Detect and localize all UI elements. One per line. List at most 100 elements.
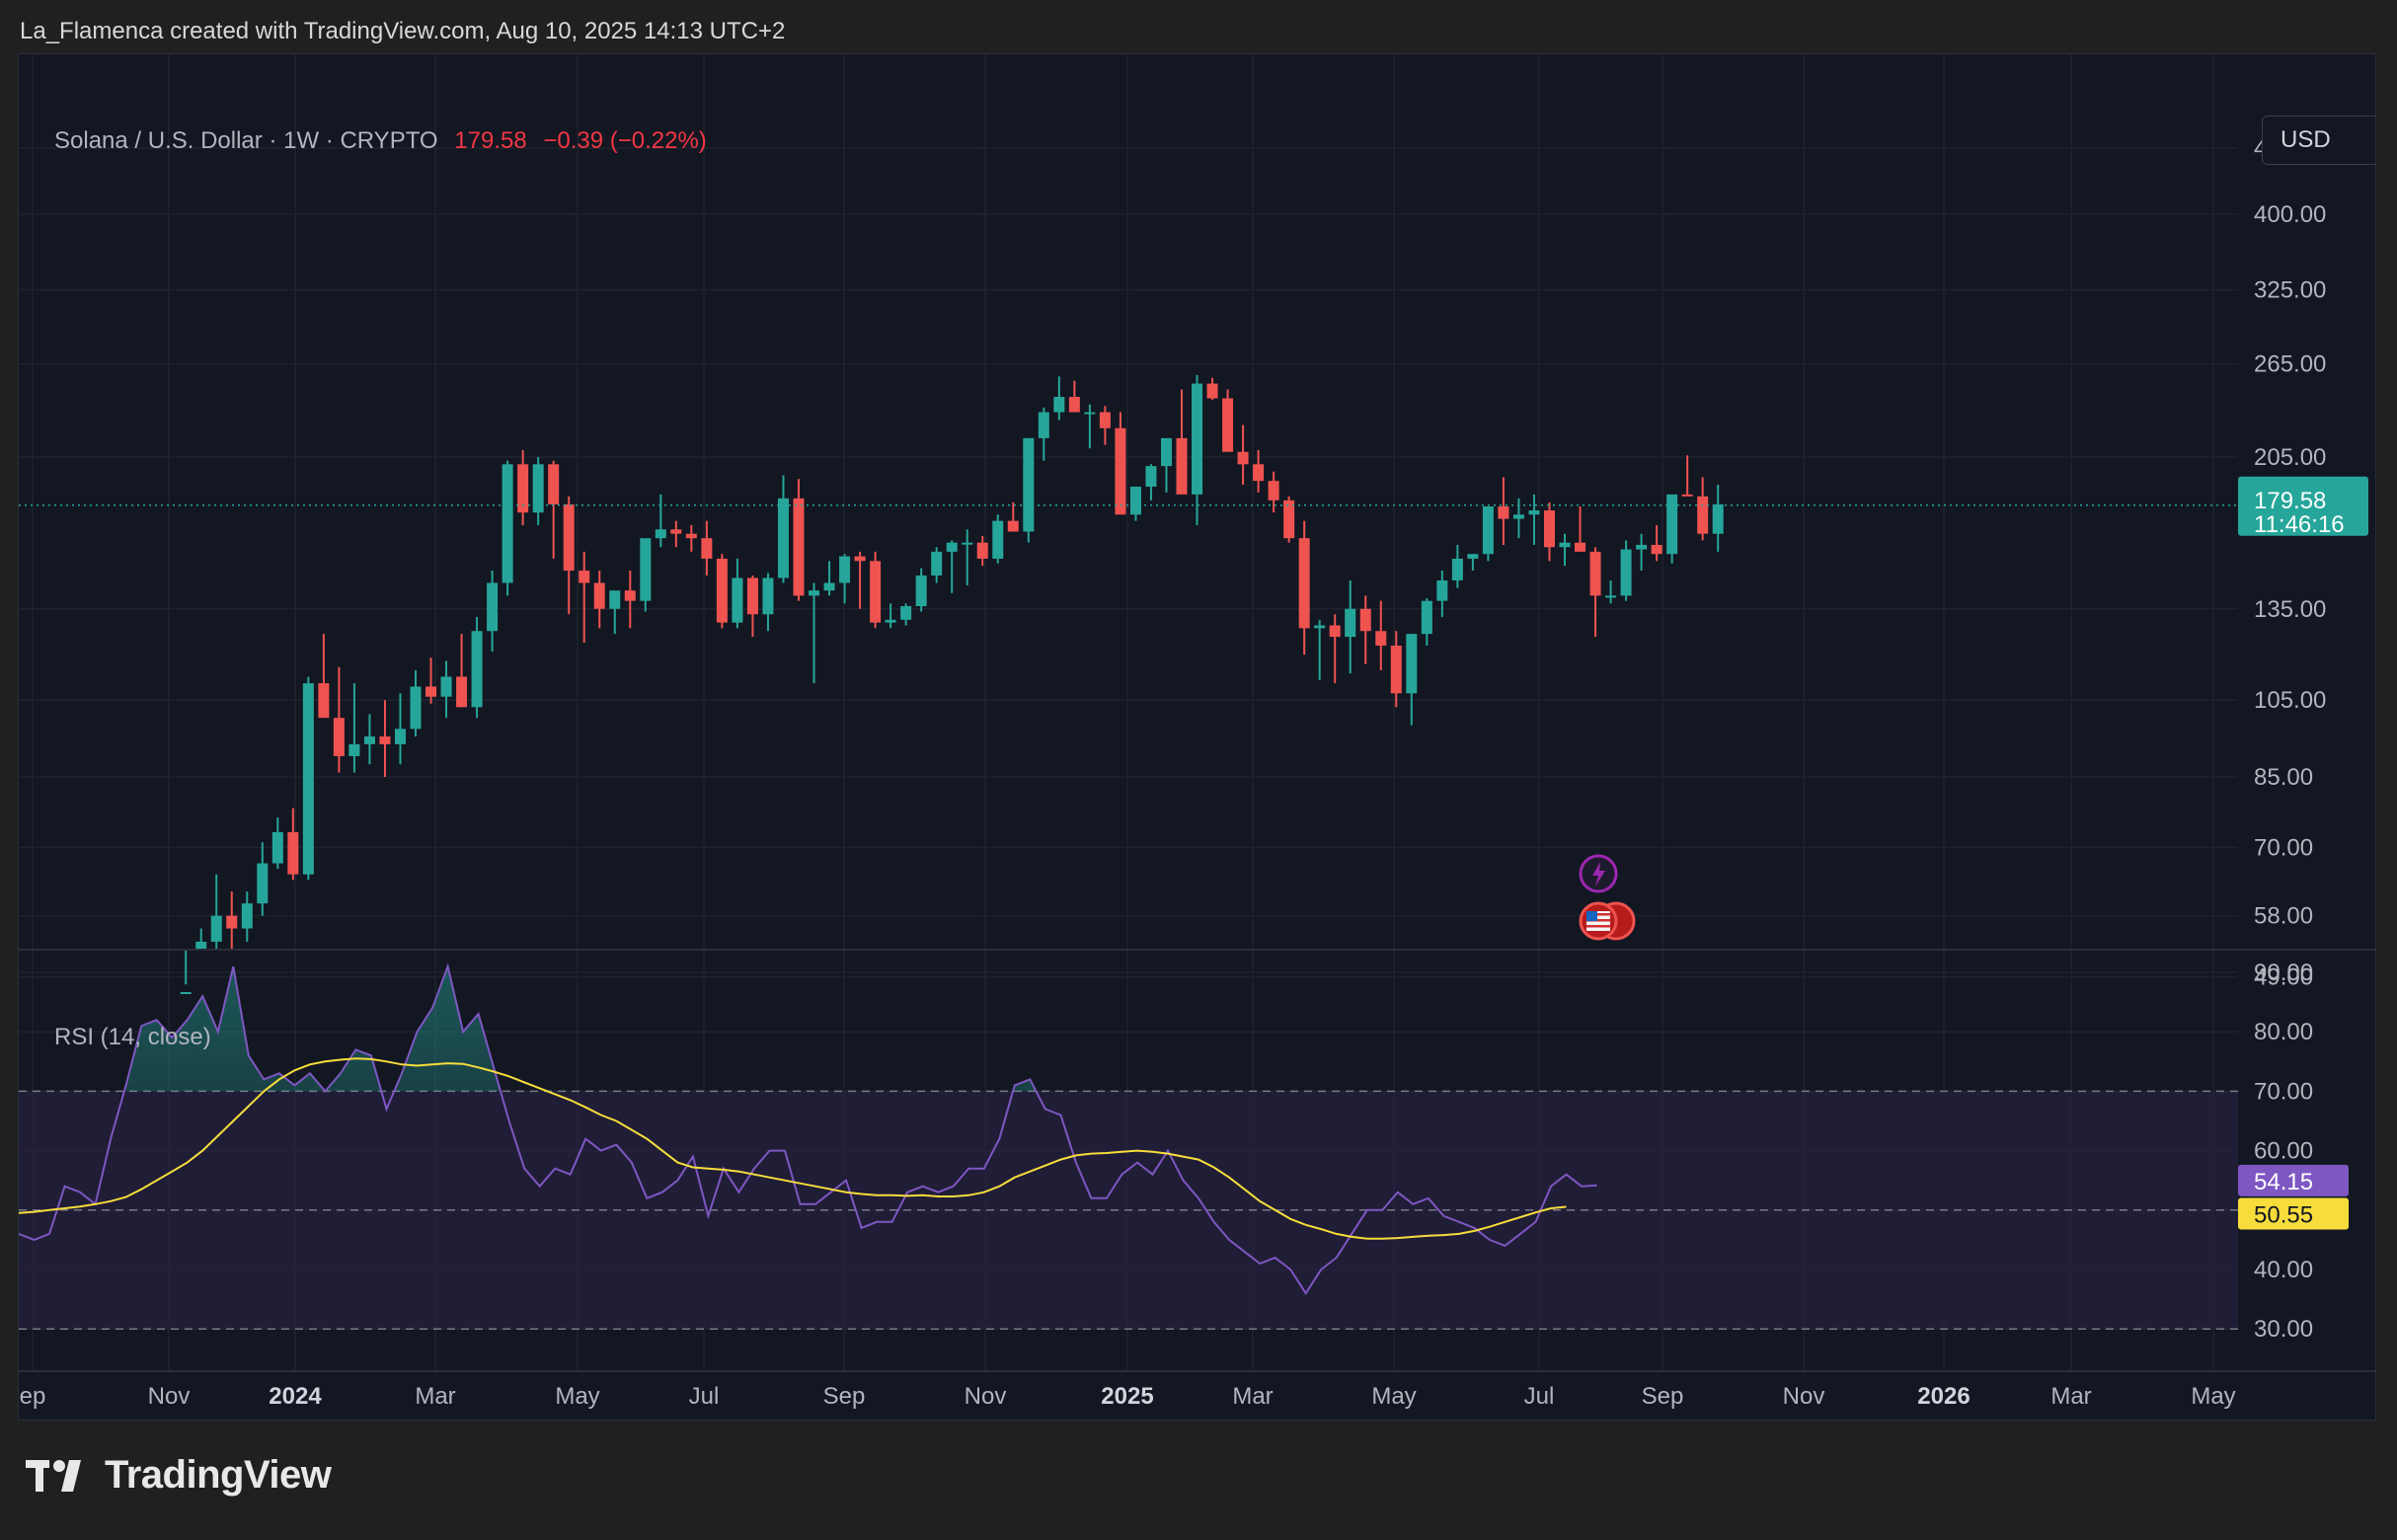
candle-body: [579, 571, 590, 583]
candle-body: [931, 551, 943, 576]
candle-body: [1498, 505, 1509, 519]
legend-symbol: Solana / U.S. Dollar: [54, 127, 263, 154]
rsi-axis-tick: 80.00: [2254, 1019, 2313, 1045]
candle-body: [180, 992, 192, 994]
candle-body: [915, 575, 927, 607]
candle-body: [1512, 514, 1524, 519]
candle-body: [1298, 538, 1310, 629]
candle-body: [1053, 397, 1065, 413]
symbol-legend[interactable]: Solana / U.S. Dollar · 1W · CRYPTO 179.5…: [54, 127, 707, 155]
candle-body: [640, 538, 652, 601]
time-axis-tick: Nov: [148, 1383, 191, 1410]
candle-body: [548, 464, 560, 504]
candle-body: [1068, 397, 1080, 413]
rsi-axis-tick: 60.00: [2254, 1138, 2313, 1165]
candle-body: [976, 542, 988, 559]
event-icons: [1579, 854, 1636, 941]
candle-body: [241, 903, 253, 929]
candle-body: [870, 561, 882, 623]
candle-body: [379, 736, 391, 744]
candle-body: [701, 538, 713, 559]
price-axis-tick: 205.00: [2254, 444, 2326, 471]
candle-body: [655, 529, 666, 539]
candle-body: [1283, 500, 1295, 539]
price-axis-tick: 400.00: [2254, 201, 2326, 228]
candle-body: [946, 542, 958, 552]
candle-body: [318, 683, 330, 719]
candle-body: [302, 683, 314, 875]
candle-body: [823, 582, 835, 591]
candle-body: [1038, 412, 1049, 438]
candle-body: [762, 578, 774, 615]
candle-body: [716, 558, 728, 623]
candle-body: [1575, 542, 1586, 552]
rsi-axis-tick: 40.00: [2254, 1257, 2313, 1283]
candle-body: [1314, 625, 1326, 629]
rsi-background: [19, 1090, 2238, 1330]
time-axis-tick: Sep: [823, 1383, 866, 1410]
chart-credit: La_Flamenca created with TradingView.com…: [20, 18, 786, 44]
candle-body: [1681, 494, 1693, 497]
candle-body: [854, 556, 866, 562]
candle-body: [1023, 437, 1035, 532]
time-axis-tick: Nov: [965, 1383, 1007, 1410]
candle-body: [333, 718, 345, 756]
candle-body: [563, 503, 575, 572]
us-flag-stripe: [1586, 925, 1610, 928]
candle-body: [1436, 579, 1448, 601]
time-axis-tick: 2025: [1101, 1383, 1153, 1410]
time-axis-tick: Mar: [415, 1383, 455, 1410]
time-axis-tick: Jul: [689, 1383, 720, 1410]
candle-body: [1528, 510, 1540, 515]
time-axis-tick: Sep: [1642, 1383, 1684, 1410]
candle-body: [809, 590, 820, 596]
price-axis-tick: 85.00: [2254, 764, 2313, 791]
chart-frame[interactable]: 480.00400.00325.00265.00205.00135.00105.…: [18, 53, 2376, 1421]
rsi-value-label: 54.15: [2254, 1169, 2313, 1195]
candle-body: [1237, 451, 1249, 465]
time-axis-tick: 2026: [1917, 1383, 1970, 1410]
candle-body: [1145, 466, 1157, 487]
rsi-legend[interactable]: RSI (14, close): [54, 1024, 211, 1051]
candle-body: [271, 831, 283, 864]
tradingview-logo[interactable]: TradingView: [24, 1453, 332, 1498]
candle-body: [1482, 505, 1494, 555]
candle-body: [1345, 608, 1356, 638]
candle-body: [502, 464, 513, 583]
candle-body: [440, 676, 452, 697]
tradingview-wordmark: TradingView: [105, 1453, 332, 1497]
candle-body: [746, 578, 758, 615]
candle-body: [1543, 510, 1555, 548]
price-axis-tick: 58.00: [2254, 903, 2313, 930]
candle-body: [1268, 481, 1279, 500]
legend-exchange: CRYPTO: [340, 127, 438, 154]
us-flag-canton: [1586, 911, 1597, 921]
candle-body: [1206, 383, 1218, 399]
candle-body: [1421, 600, 1432, 635]
tradingview-logo-icon: [26, 1459, 81, 1492]
candle-body: [1253, 464, 1265, 482]
candle-body: [1620, 549, 1632, 596]
bar-countdown-label: 11:46:16: [2254, 511, 2345, 538]
legend-separator: ·: [325, 127, 341, 154]
candle-body: [1084, 412, 1096, 415]
candle-body: [456, 676, 468, 708]
price-axis-tick: 135.00: [2254, 596, 2326, 623]
price-axis-tick: 70.00: [2254, 834, 2313, 861]
time-axis-tick: May: [2191, 1383, 2235, 1410]
candle-body: [195, 941, 207, 949]
candle-body: [425, 686, 437, 697]
chart-canvas[interactable]: 480.00400.00325.00265.00205.00135.00105.…: [19, 54, 2376, 1421]
candle-body: [226, 915, 238, 929]
currency-button[interactable]: USD: [2262, 116, 2375, 165]
candle-body: [962, 542, 973, 545]
candle-body: [1467, 554, 1479, 559]
candle-body: [210, 915, 222, 942]
price-axis-tick: 265.00: [2254, 351, 2326, 378]
legend-change: −0.39 (−0.22%): [543, 127, 707, 154]
candle-body: [487, 582, 499, 632]
rsi-axis-tick: 90.00: [2254, 960, 2313, 986]
rsi-ma-value-label: 50.55: [2254, 1201, 2313, 1228]
candle-body: [257, 863, 269, 904]
candle-body: [1375, 631, 1387, 647]
